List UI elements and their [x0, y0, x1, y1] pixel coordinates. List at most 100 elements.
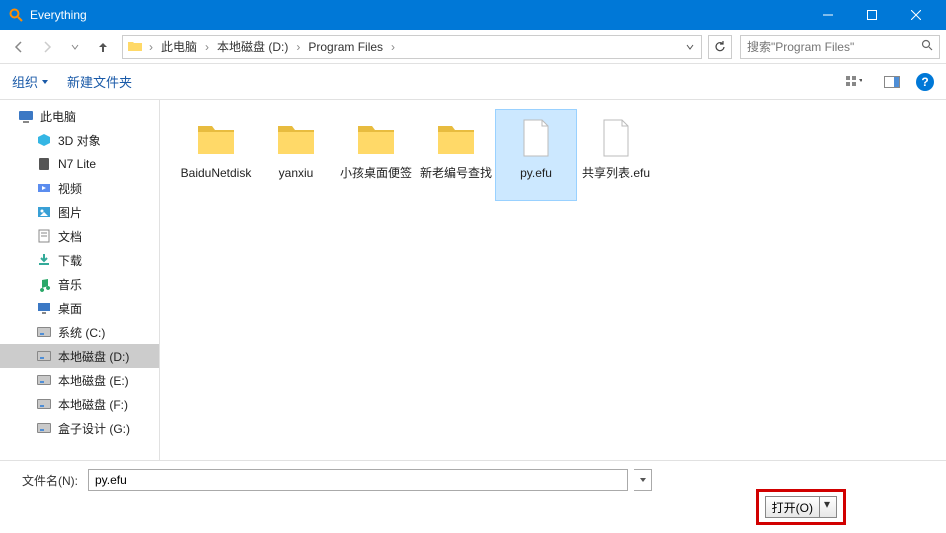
pic-icon: [36, 204, 52, 220]
file-icon: [592, 114, 640, 162]
app-icon: [8, 7, 24, 23]
sidebar-item-label: 本地磁盘 (D:): [58, 348, 129, 365]
sidebar-item-label: 系统 (C:): [58, 324, 105, 341]
sidebar-item[interactable]: 文档: [0, 224, 159, 248]
search-icon[interactable]: [921, 39, 933, 54]
desk-icon: [36, 300, 52, 316]
sidebar-item-label: 盒子设计 (G:): [58, 420, 130, 437]
forward-button[interactable]: [34, 34, 60, 60]
close-button[interactable]: [894, 0, 938, 30]
sidebar-item[interactable]: 盒子设计 (G:): [0, 416, 159, 440]
sidebar-item-label: 音乐: [58, 276, 82, 293]
file-label: 共享列表.efu: [582, 166, 650, 180]
footer: 文件名(N): 打开(O) ▾: [0, 460, 946, 533]
drive-icon: [36, 420, 52, 436]
open-button[interactable]: 打开(O) ▾: [765, 496, 837, 518]
sidebar-item[interactable]: 本地磁盘 (F:): [0, 392, 159, 416]
folder-icon: [127, 38, 145, 56]
breadcrumb-dropdown[interactable]: [681, 43, 699, 51]
sidebar-item-label: 文档: [58, 228, 82, 245]
file-label: 小孩桌面便签: [340, 166, 412, 180]
search-box[interactable]: [740, 35, 940, 59]
sidebar-item-label: 3D 对象: [58, 132, 101, 149]
file-label: py.efu: [520, 166, 552, 180]
file-item[interactable]: 小孩桌面便签: [336, 110, 416, 200]
open-split-dropdown[interactable]: ▾: [819, 497, 830, 517]
action-highlight: 打开(O) ▾: [756, 489, 846, 525]
body-area: 此电脑 3D 对象 N7 Lite 视频图片文档下载音乐桌面系统 (C:) 本地磁盘 (…: [0, 100, 946, 460]
file-label: yanxiu: [279, 166, 314, 180]
organize-button[interactable]: 组织: [12, 72, 49, 91]
sidebar-item-label: 桌面: [58, 300, 82, 317]
sidebar-item-label: N7 Lite: [58, 157, 96, 171]
sidebar-item-label: 本地磁盘 (E:): [58, 372, 129, 389]
sidebar-item-label: 图片: [58, 204, 82, 221]
folder-icon: [192, 114, 240, 162]
sidebar-item[interactable]: 系统 (C:): [0, 320, 159, 344]
sidebar-item[interactable]: N7 Lite: [0, 152, 159, 176]
dev-icon: [36, 156, 52, 172]
file-item[interactable]: 新老编号查找: [416, 110, 496, 200]
sidebar-item-label: 视频: [58, 180, 82, 197]
chevron-right-icon: ›: [389, 40, 397, 54]
sidebar-item[interactable]: 图片: [0, 200, 159, 224]
drive-icon: [36, 372, 52, 388]
view-options-button[interactable]: [840, 71, 868, 93]
navbar: › 此电脑 › 本地磁盘 (D:) › Program Files ›: [0, 30, 946, 64]
file-item[interactable]: py.efu: [496, 110, 576, 200]
drive-icon: [36, 396, 52, 412]
drive-icon: [36, 348, 52, 364]
help-icon[interactable]: ?: [916, 73, 934, 91]
file-item[interactable]: BaiduNetdisk: [176, 110, 256, 200]
sidebar-item[interactable]: 此电脑: [0, 104, 159, 128]
sidebar-item[interactable]: 桌面: [0, 296, 159, 320]
filename-dropdown[interactable]: [634, 469, 652, 491]
breadcrumb[interactable]: › 此电脑 › 本地磁盘 (D:) › Program Files ›: [122, 35, 702, 59]
file-item[interactable]: 共享列表.efu: [576, 110, 656, 200]
breadcrumb-item[interactable]: Program Files: [302, 36, 389, 58]
sidebar: 此电脑 3D 对象 N7 Lite 视频图片文档下载音乐桌面系统 (C:) 本地磁盘 (…: [0, 100, 160, 460]
video-icon: [36, 180, 52, 196]
chevron-right-icon: ›: [294, 40, 302, 54]
minimize-button[interactable]: [806, 0, 850, 30]
back-button[interactable]: [6, 34, 32, 60]
open-button-label: 打开(O): [772, 499, 813, 516]
sidebar-item-label: 此电脑: [40, 108, 76, 125]
file-item[interactable]: yanxiu: [256, 110, 336, 200]
toolbar: 组织 新建文件夹 ?: [0, 64, 946, 100]
chevron-right-icon: ›: [203, 40, 211, 54]
chevron-right-icon: ›: [147, 40, 155, 54]
sidebar-item[interactable]: 视频: [0, 176, 159, 200]
sidebar-item[interactable]: 本地磁盘 (D:): [0, 344, 159, 368]
file-grid[interactable]: BaiduNetdisk yanxiu 小孩桌面便签新老编号查找 py.efu 共享列表…: [160, 100, 946, 460]
file-label: BaiduNetdisk: [181, 166, 252, 180]
window-title: Everything: [30, 8, 806, 22]
sidebar-item[interactable]: 下载: [0, 248, 159, 272]
music-icon: [36, 276, 52, 292]
drive-icon: [36, 324, 52, 340]
sidebar-item-label: 本地磁盘 (F:): [58, 396, 128, 413]
folder-icon: [352, 114, 400, 162]
maximize-button[interactable]: [850, 0, 894, 30]
sidebar-item[interactable]: 音乐: [0, 272, 159, 296]
recent-dropdown[interactable]: [62, 34, 88, 60]
preview-pane-button[interactable]: [878, 71, 906, 93]
titlebar: Everything: [0, 0, 946, 30]
sidebar-item[interactable]: 本地磁盘 (E:): [0, 368, 159, 392]
breadcrumb-item[interactable]: 本地磁盘 (D:): [211, 36, 294, 58]
doc-icon: [36, 228, 52, 244]
file-label: 新老编号查找: [420, 166, 492, 180]
sidebar-item[interactable]: 3D 对象: [0, 128, 159, 152]
new-folder-button[interactable]: 新建文件夹: [67, 72, 132, 91]
up-button[interactable]: [90, 34, 116, 60]
filename-input[interactable]: [88, 469, 628, 491]
breadcrumb-item[interactable]: 此电脑: [155, 36, 203, 58]
sidebar-item-label: 下载: [58, 252, 82, 269]
folder-icon: [272, 114, 320, 162]
search-input[interactable]: [747, 40, 921, 54]
refresh-button[interactable]: [708, 35, 732, 59]
dl-icon: [36, 252, 52, 268]
filename-label: 文件名(N):: [14, 472, 78, 489]
3d-icon: [36, 132, 52, 148]
folder-icon: [432, 114, 480, 162]
